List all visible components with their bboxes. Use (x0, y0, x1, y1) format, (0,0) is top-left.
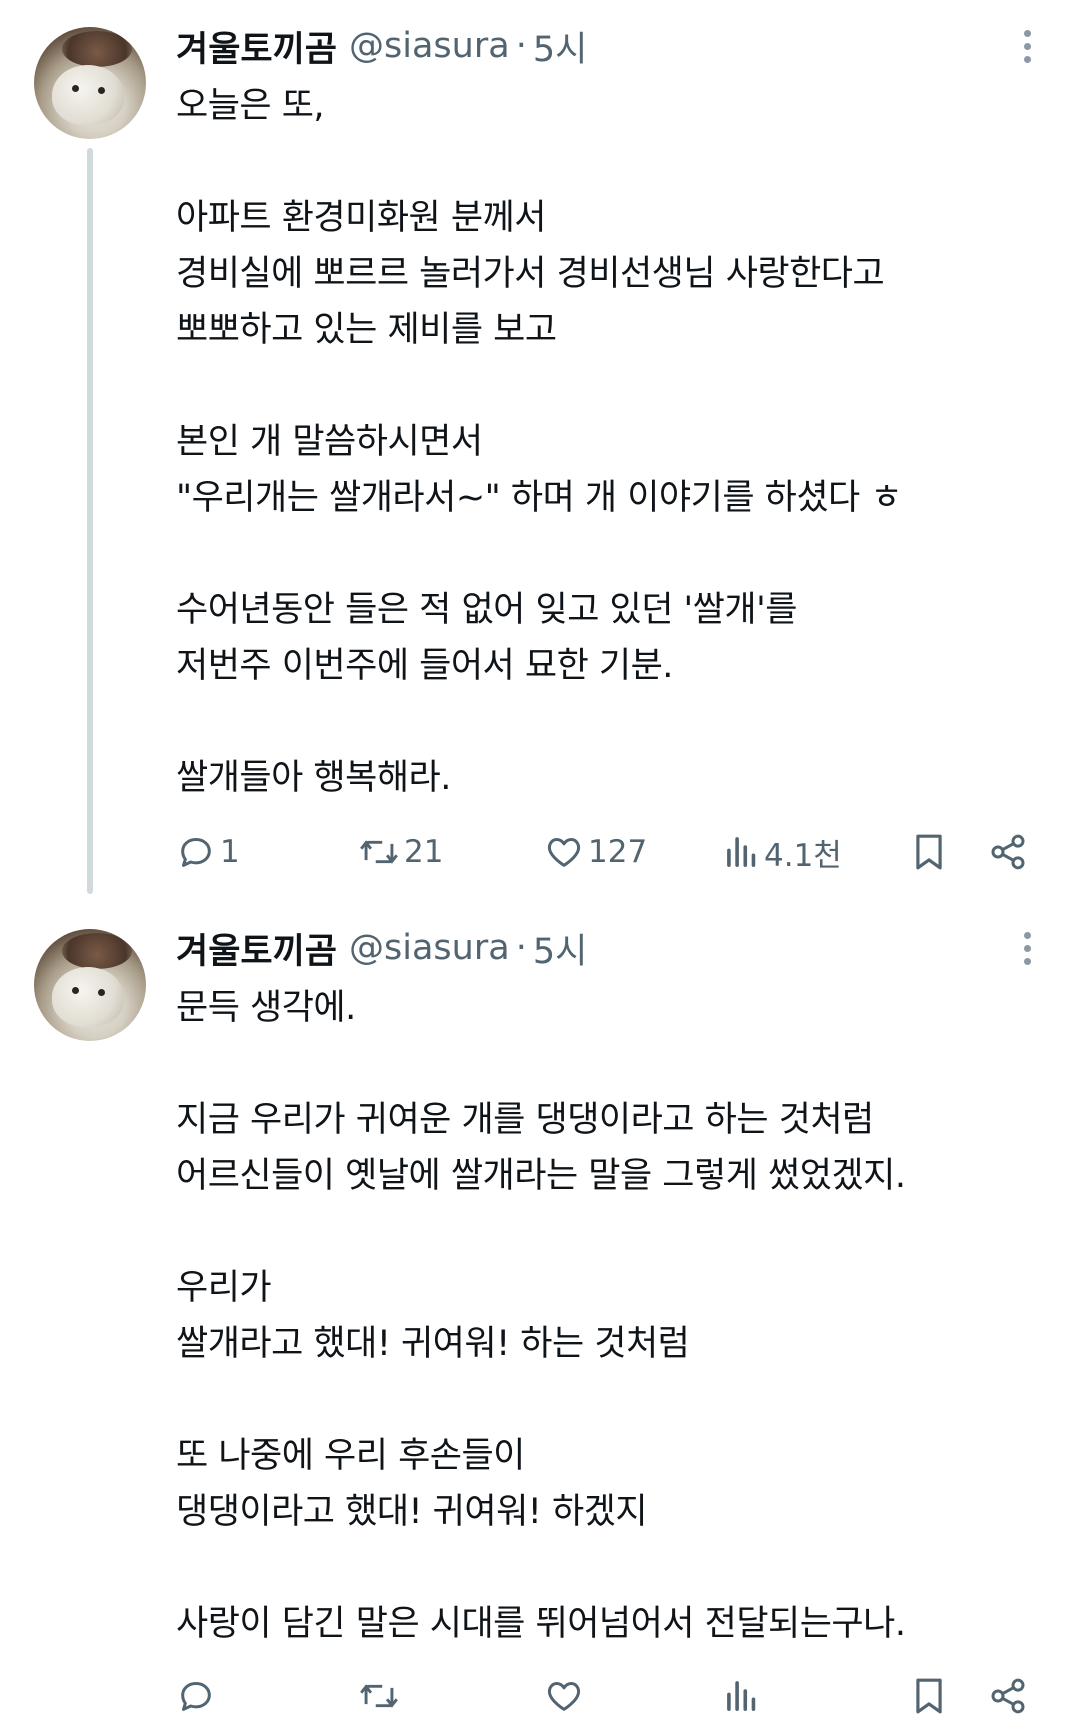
views-chart-icon (727, 1681, 756, 1711)
views-button[interactable] (724, 1672, 764, 1720)
share-icon (991, 834, 1025, 870)
author-handle[interactable]: @siasura (349, 26, 510, 66)
tweet-line (176, 134, 1046, 190)
bookmark-icon (916, 1678, 942, 1714)
tweet-line: 또 나중에 우리 후손들이 (176, 1436, 525, 1476)
bookmark-button[interactable] (910, 1672, 948, 1720)
tweet-text: 오늘은 또, 아파트 환경미화원 분께서 경비실에 뽀르르 놀러가서 경비선생님… (176, 78, 1046, 806)
tweet-line: 저번주 이번주에 들어서 묘한 기분. (176, 646, 673, 686)
tweet-line: 쌀개라고 했대! 귀여워! 하는 것처럼 (176, 1324, 690, 1364)
avatar-eye (98, 87, 105, 94)
avatar-shade (62, 933, 132, 969)
heart-icon (547, 838, 581, 867)
views-button[interactable]: 4.1천 (724, 828, 842, 876)
tweet-line: 경비실에 뽀르르 놀러가서 경비선생님 사랑한다고 (176, 254, 885, 294)
reply-count: 1 (220, 834, 240, 870)
tweet-line: 쌀개들아 행복해라. (176, 758, 451, 798)
bookmark-button[interactable] (910, 828, 948, 876)
heart-icon (547, 1682, 581, 1711)
tweet-header: 겨울토끼곰 @siasura · 5시 (176, 920, 587, 976)
tweet-line: 수어년동안 들은 적 없어 잊고 있던 '쌀개'를 (176, 590, 797, 630)
retweet-button[interactable] (358, 1672, 404, 1720)
retweet-icon (360, 1684, 398, 1708)
share-button[interactable] (988, 828, 1028, 876)
tweet-line: 댕댕이라고 했대! 귀여워! 하겠지 (176, 1492, 648, 1532)
share-icon (991, 1678, 1025, 1714)
tweet-actions: 1 21 127 4.1천 (176, 828, 1036, 876)
like-button[interactable]: 127 (544, 828, 647, 876)
tweet-line (176, 694, 1046, 750)
tweet-line: 아파트 환경미화원 분께서 (176, 198, 546, 238)
tweet-line (176, 526, 1046, 582)
tweet-line: 지금 우리가 귀여운 개를 댕댕이라고 하는 것처럼 (176, 1100, 874, 1140)
tweet-line: 사랑이 담긴 말은 시대를 뛰어넘어서 전달되는구나. (176, 1604, 906, 1644)
author-name[interactable]: 겨울토끼곰 (176, 21, 337, 72)
retweet-icon (360, 840, 398, 864)
separator-dot: · (515, 26, 527, 66)
tweet-text: 문득 생각에. 지금 우리가 귀여운 개를 댕댕이라고 하는 것처럼 어르신들이… (176, 980, 1046, 1652)
tweet-line (176, 1036, 1046, 1092)
reply-icon (181, 838, 211, 867)
avatar-eye (72, 987, 79, 994)
more-vertical-icon[interactable] (1015, 30, 1039, 70)
tweet-header: 겨울토끼곰 @siasura · 5시 (176, 18, 587, 74)
reply-button[interactable]: 1 (176, 828, 240, 876)
tweet-line (176, 358, 1046, 414)
like-count: 127 (588, 834, 648, 870)
tweet-time[interactable]: 5시 (533, 923, 587, 974)
tweet-line (176, 1204, 1046, 1260)
share-button[interactable] (988, 1672, 1028, 1720)
views-count: 4.1천 (764, 837, 842, 874)
views-chart-icon (727, 837, 756, 867)
tweet-line: 뽀뽀하고 있는 제비를 보고 (176, 310, 557, 350)
tweet-line (176, 1372, 1046, 1428)
tweet-line: 문득 생각에. (176, 988, 356, 1028)
tweet-line: 본인 개 말씀하시면서 (176, 422, 483, 462)
avatar-fur (52, 967, 124, 1027)
tweet-line (176, 1540, 1046, 1596)
avatar-shade (62, 31, 132, 67)
avatar[interactable] (34, 929, 146, 1041)
avatar[interactable] (34, 27, 146, 139)
like-button[interactable] (544, 1672, 588, 1720)
more-vertical-icon[interactable] (1015, 932, 1039, 972)
author-name[interactable]: 겨울토끼곰 (176, 923, 337, 974)
tweet-line: "우리개는 쌀개라서~" 하며 개 이야기를 하셨다 ㅎ (176, 478, 903, 518)
tweet-actions (176, 1672, 1036, 1720)
author-handle[interactable]: @siasura (349, 928, 510, 968)
avatar-eye (72, 85, 79, 92)
thread-connector-line (87, 148, 93, 894)
reply-icon (181, 1682, 211, 1711)
reply-button[interactable] (176, 1672, 220, 1720)
retweet-count: 21 (404, 834, 444, 870)
tweet-time[interactable]: 5시 (533, 21, 587, 72)
separator-dot: · (515, 928, 527, 968)
bookmark-icon (916, 834, 942, 870)
tweet-line: 어르신들이 옛날에 쌀개라는 말을 그렇게 썼었겠지. (176, 1156, 906, 1196)
tweet-line: 오늘은 또, (176, 86, 325, 126)
avatar-fur (52, 65, 124, 125)
retweet-button[interactable]: 21 (358, 828, 443, 876)
tweet-line: 우리가 (176, 1268, 272, 1308)
avatar-eye (98, 989, 105, 996)
